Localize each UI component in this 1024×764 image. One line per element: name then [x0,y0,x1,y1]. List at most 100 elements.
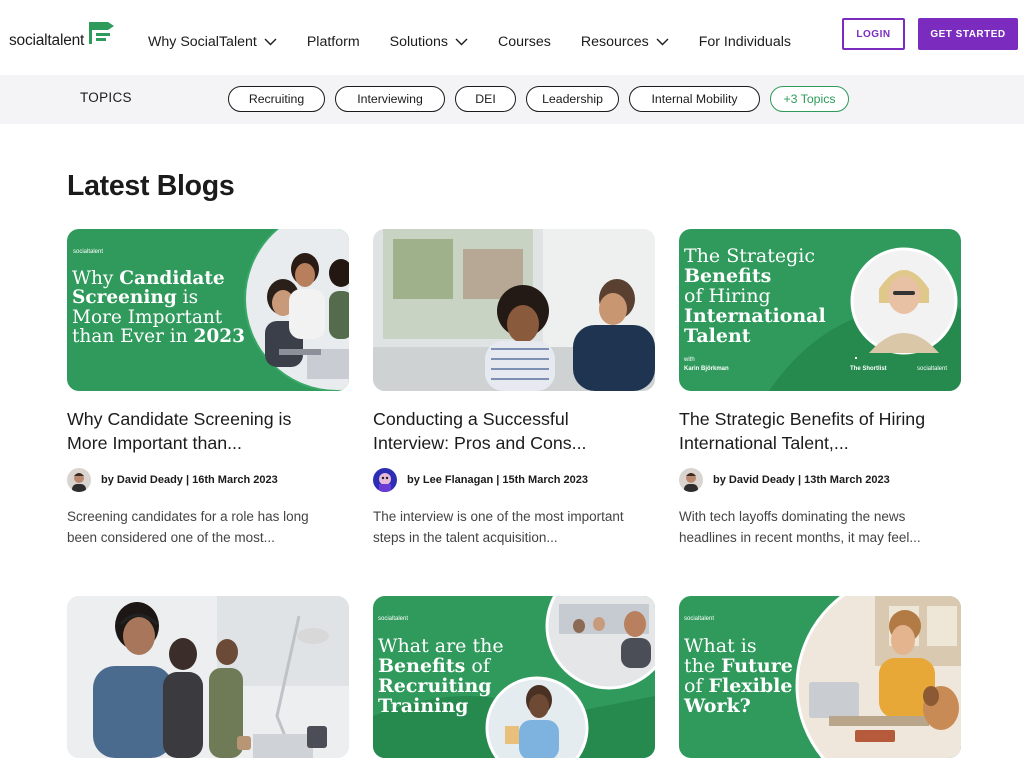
site-header: socialtalent Why SocialTalent Platform S… [0,0,1024,75]
author-date: by Lee Flanagan | 15th March 2023 [407,474,588,486]
chevron-down-icon [264,38,277,46]
thumb-text: of Hiring [684,284,771,307]
socialtalent-logo[interactable]: socialtalent [9,20,116,50]
topics-label: TOPICS [80,90,132,105]
logo-flag-icon [89,22,115,44]
thumb-text: the [684,654,722,677]
thumb-show-name: The Shortlist [850,366,887,372]
interview-photo-illustration [373,229,655,391]
nav-label: Courses [498,34,551,50]
excerpt-line: Screening candidates for a role has long [67,509,309,524]
thumb-brand: socialtalent [684,616,715,622]
thumb-text-bold: Screening [72,287,177,309]
thumb-text-bold: Training [378,694,469,717]
thumb-text: of [684,674,709,697]
topic-pill-interviewing[interactable]: Interviewing [335,86,445,112]
topic-pills: Recruiting Interviewing DEI Leadership I… [228,86,859,112]
blog-thumbnail[interactable]: socialtalent Why Candidate Screening is … [67,229,349,391]
nav-solutions[interactable]: Solutions [390,34,468,50]
more-topics-pill[interactable]: +3 Topics [770,86,849,112]
thumb-text-bold: Recruiting [378,674,492,697]
title-line: More Important than... [67,433,242,453]
get-started-button[interactable]: GET STARTED [918,18,1018,50]
title-line: Why Candidate Screening is [67,409,292,429]
blog-card-excerpt: Screening candidates for a role has long… [67,506,349,548]
blog-thumbnail[interactable] [373,229,655,391]
author-date: by David Deady | 13th March 2023 [713,474,890,486]
nav-courses[interactable]: Courses [498,34,551,50]
topics-bar: TOPICS Recruiting Interviewing DEI Leade… [0,75,1024,124]
nav-label: Why SocialTalent [148,34,257,50]
blog-card: Conducting a Successful Interview: Pros … [373,229,655,548]
thumb-text-bold: Benefits [684,264,772,287]
thumb-text: than Ever in [72,326,194,348]
blog-card-meta: by David Deady | 16th March 2023 [67,468,349,492]
thumb-text-bold: Candidate [119,268,225,289]
thumb-text: What are the [378,635,504,657]
title-line: Conducting a Successful [373,409,569,429]
thumb-headline: What are the Benefits of Recruiting Trai… [378,635,504,717]
blog-card-title[interactable]: The Strategic Benefits of Hiring Interna… [679,407,961,455]
title-line: Interview: Pros and Cons... [373,433,587,453]
thumb-guest-name: Karin Björkman [684,366,729,372]
chevron-down-icon [455,38,468,46]
blog-card: The Strategic Benefits of Hiring Interna… [679,229,961,548]
chevron-down-icon [656,38,669,46]
thumb-headline: Why Candidate Screening is More Importan… [72,269,245,347]
blog-card-excerpt: The interview is one of the most importa… [373,506,655,548]
thumb-text: The Strategic [684,245,816,267]
blog-thumbnail[interactable]: socialtalent What is the Future of Flexi… [679,596,961,758]
nav-label: For Individuals [698,34,791,50]
author-date: by David Deady | 16th March 2023 [101,474,278,486]
excerpt-line: The interview is one of the most importa… [373,509,624,524]
topic-pill-leadership[interactable]: Leadership [526,86,619,112]
page-title: Latest Blogs [67,170,235,202]
nav-label: Resources [580,34,649,50]
thumb-text-bold: 2023 [193,326,246,348]
thumb-text-bold: Work? [684,694,751,717]
title-line: The Strategic Benefits of Hiring [679,409,926,429]
topic-pill-dei[interactable]: DEI [455,86,516,112]
thumb-text-bold: Future [721,654,793,677]
nav-resources[interactable]: Resources [581,34,669,50]
thumb-text: Why [72,268,120,289]
main-nav: Why SocialTalent Platform Solutions Cour… [148,34,821,50]
excerpt-line: headlines in recent months, it may feel.… [679,530,921,545]
thumb-text: What is [684,635,757,657]
nav-why-socialtalent[interactable]: Why SocialTalent [148,34,277,50]
blog-card: socialtalent Why Candidate Screening is … [67,229,349,548]
topic-pill-recruiting[interactable]: Recruiting [228,86,325,112]
call-center-photo-illustration [67,596,349,758]
thumb-text-bold: Talent [684,324,751,347]
excerpt-line: With tech layoffs dominating the news [679,509,906,524]
logo-text: socialtalent [9,32,85,49]
blog-thumbnail[interactable]: The Strategic Benefits of Hiring Interna… [679,229,961,391]
thumb-brand: socialtalent [378,616,409,622]
nav-for-individuals[interactable]: For Individuals [699,34,791,50]
login-button[interactable]: LOGIN [842,18,905,50]
topic-pill-internal-mobility[interactable]: Internal Mobility [629,86,760,112]
thumb-text: is [176,287,199,309]
blog-card-meta: by Lee Flanagan | 15th March 2023 [373,468,655,492]
thumb-text-bold: Benefits [378,654,466,677]
title-line: International Talent,... [679,433,849,453]
blog-card: socialtalent What is the Future of Flexi… [679,596,961,758]
nav-label: Solutions [389,34,449,50]
thumb-headline: The Strategic Benefits of Hiring Interna… [684,245,826,347]
blog-thumbnail[interactable] [67,596,349,758]
thumb-brand: socialtalent [917,366,948,372]
blog-card [67,596,349,758]
thumb-text-bold: Flexible [708,674,793,697]
blog-card-excerpt: With tech layoffs dominating the news he… [679,506,961,548]
thumb-text-bold: International [684,304,826,327]
thumb-text: of [465,654,490,677]
blog-card-meta: by David Deady | 13th March 2023 [679,468,961,492]
blog-thumbnail[interactable]: socialtalent What are the Benefits of Re… [373,596,655,758]
author-avatar [679,468,703,492]
blog-card-title[interactable]: Conducting a Successful Interview: Pros … [373,407,655,455]
thumb-headline: What is the Future of Flexible Work? [684,635,793,717]
nav-platform[interactable]: Platform [307,34,360,50]
author-avatar [373,468,397,492]
thumb-with: with [684,357,695,363]
blog-card-title[interactable]: Why Candidate Screening is More Importan… [67,407,349,455]
